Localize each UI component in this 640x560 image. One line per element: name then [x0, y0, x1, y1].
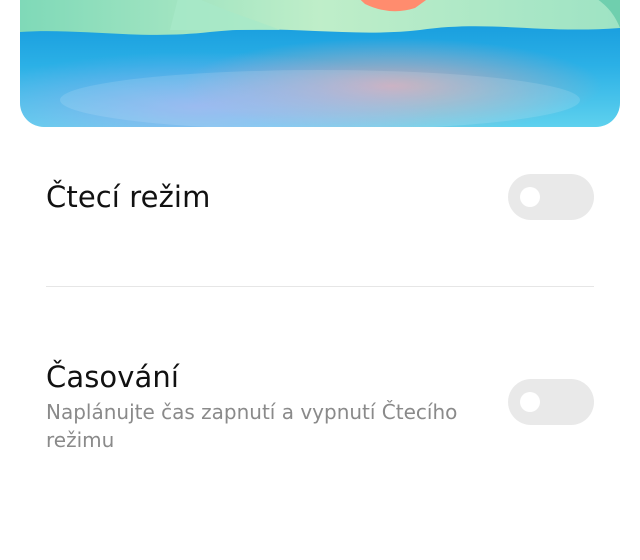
reading-mode-toggle[interactable]: [508, 174, 594, 220]
reading-mode-row[interactable]: Čtecí režim: [46, 160, 594, 236]
schedule-title: Časování: [46, 360, 180, 394]
wallpaper-preview: [20, 0, 620, 127]
toggle-knob: [520, 187, 540, 207]
toggle-knob: [520, 392, 540, 412]
wallpaper-preview-image: [20, 0, 620, 127]
divider: [46, 286, 594, 287]
schedule-row[interactable]: Časování Naplánujte čas zapnutí a vypnut…: [46, 350, 594, 460]
schedule-subtitle: Naplánujte čas zapnutí a vypnutí Čtecího…: [46, 400, 458, 452]
schedule-toggle[interactable]: [508, 379, 594, 425]
reading-mode-title: Čtecí režim: [46, 180, 211, 214]
